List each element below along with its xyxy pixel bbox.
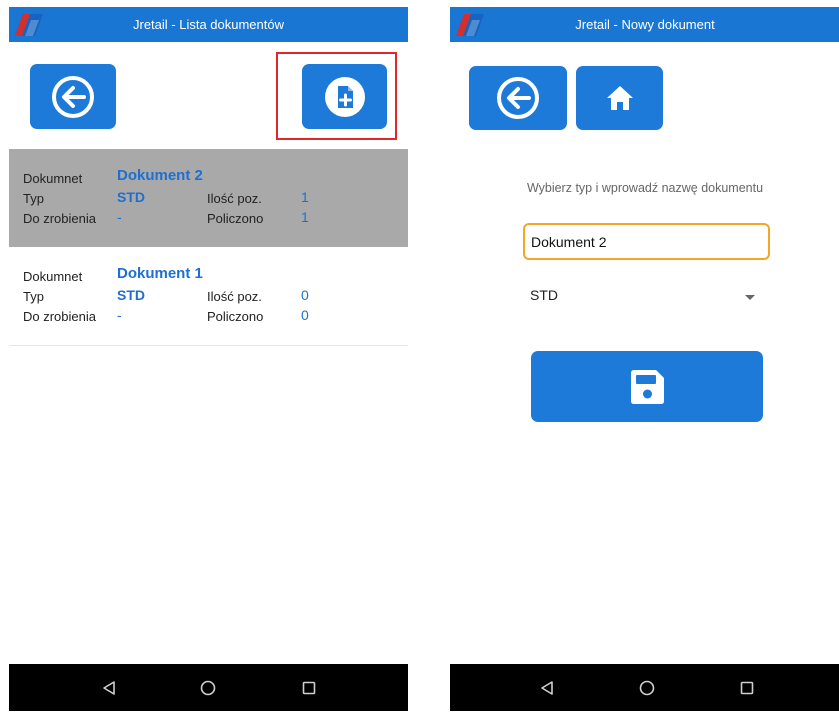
document-name: Dokument 1: [117, 265, 203, 282]
android-nav-bar: [9, 664, 408, 711]
triangle-back-icon: [103, 680, 115, 695]
save-button[interactable]: [531, 351, 763, 422]
triangle-back-icon: [541, 680, 553, 695]
square-recents-icon: [740, 681, 754, 694]
type-label: Typ: [23, 289, 44, 304]
document-type-select[interactable]: STD: [530, 287, 755, 313]
counted-value: 0: [301, 307, 309, 323]
back-button[interactable]: [469, 66, 567, 130]
document-label: Dokumnet: [23, 269, 83, 284]
screen-title: Jretail - Nowy dokument: [575, 17, 715, 32]
back-button[interactable]: [30, 64, 116, 129]
todo-value: -: [117, 307, 122, 323]
list-item[interactable]: Dokumnet Dokument 2 Typ STD Ilość poz. 1…: [9, 149, 408, 247]
dropdown-caret-icon: [745, 295, 755, 300]
counted-label: Policzono: [207, 309, 264, 324]
arrow-left-circle-icon: [52, 75, 94, 118]
jretail-logo-icon: [456, 14, 484, 36]
app-bar: Jretail - Nowy dokument: [450, 7, 839, 42]
jretail-logo-icon: [15, 14, 43, 36]
screen-title: Jretail - Lista dokumentów: [132, 17, 284, 32]
todo-label: Do zrobienia: [23, 211, 96, 226]
document-name: Dokument 2: [117, 167, 203, 184]
document-name-input[interactable]: [523, 223, 770, 260]
item-count-value: 1: [301, 189, 309, 205]
android-nav-bar: [450, 664, 839, 711]
arrow-left-circle-icon: [497, 77, 539, 119]
todo-value: -: [117, 209, 122, 225]
todo-label: Do zrobienia: [23, 309, 96, 324]
row-divider: [9, 345, 408, 346]
nav-home-button[interactable]: [627, 664, 667, 711]
home-icon: [606, 86, 633, 110]
list-item[interactable]: Dokumnet Dokument 1 Typ STD Ilość poz. 0…: [9, 247, 408, 345]
new-document-screen: Jretail - Nowy dokument Wybierz typ i wp…: [450, 7, 839, 711]
app-bar: Jretail - Lista dokumentów: [9, 7, 408, 42]
floppy-disk-icon: [631, 369, 664, 404]
item-count-value: 0: [301, 287, 309, 303]
nav-back-button[interactable]: [89, 664, 129, 711]
nav-home-button[interactable]: [188, 664, 228, 711]
selected-type: STD: [530, 287, 558, 303]
document-label: Dokumnet: [23, 171, 83, 186]
counted-value: 1: [301, 209, 309, 225]
nav-recents-button[interactable]: [727, 664, 767, 711]
add-document-button[interactable]: [302, 64, 387, 129]
item-count-label: Ilość poz.: [207, 289, 262, 304]
type-label: Typ: [23, 191, 44, 206]
instruction-text: Wybierz typ i wprowadź nazwę dokumentu: [526, 181, 764, 195]
nav-recents-button[interactable]: [289, 664, 329, 711]
circle-home-icon: [639, 680, 655, 695]
document-list-screen: Jretail - Lista dokumentów Dokumnet Doku…: [9, 7, 408, 711]
type-value: STD: [117, 287, 145, 303]
counted-label: Policzono: [207, 211, 264, 226]
home-button[interactable]: [576, 66, 663, 130]
item-count-label: Ilość poz.: [207, 191, 262, 206]
nav-back-button[interactable]: [527, 664, 567, 711]
type-value: STD: [117, 189, 145, 205]
square-recents-icon: [302, 681, 316, 694]
circle-home-icon: [200, 680, 216, 695]
document-plus-icon: [324, 76, 365, 117]
